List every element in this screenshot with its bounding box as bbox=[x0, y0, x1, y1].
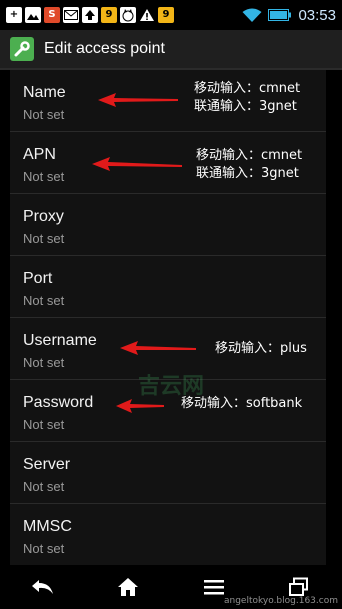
status-right: 03:53 bbox=[242, 7, 336, 24]
wrench-icon[interactable] bbox=[10, 37, 34, 61]
annotation-line: 联通输入：3gnet bbox=[194, 99, 297, 114]
app-icon: 9 bbox=[158, 7, 174, 23]
wifi-icon bbox=[242, 8, 262, 22]
annotation-line: 联通输入：3gnet bbox=[196, 166, 299, 181]
mail-icon bbox=[63, 7, 79, 23]
annotation-arrow-apn bbox=[92, 157, 182, 171]
s-app-icon: S bbox=[44, 7, 60, 23]
annotation-line: 移动输入：cmnet bbox=[194, 81, 301, 96]
setting-value: Not set bbox=[23, 541, 65, 556]
home-icon bbox=[118, 578, 139, 596]
setting-title: APN bbox=[23, 146, 56, 163]
annotation-line: 移动输入：softbank bbox=[181, 396, 303, 411]
annotation-arrow-username bbox=[120, 341, 196, 355]
annotation-line: 移动输入：cmnet bbox=[196, 148, 303, 163]
home-button[interactable] bbox=[108, 571, 148, 603]
back-icon bbox=[31, 580, 53, 594]
setting-port[interactable]: Port Not set bbox=[10, 256, 326, 318]
warning-icon bbox=[139, 7, 155, 23]
annotation-arrow-password bbox=[116, 399, 164, 413]
setting-title: MMSC bbox=[23, 518, 72, 535]
setting-mmsc[interactable]: MMSC Not set bbox=[10, 504, 326, 565]
annotation-line: 移动输入：plus bbox=[215, 341, 307, 356]
image-icon bbox=[25, 7, 41, 23]
annotation-apn: 移动输入：cmnet 联通输入：3gnet bbox=[196, 147, 302, 183]
action-bar: Edit access point bbox=[0, 30, 342, 70]
setting-title: Proxy bbox=[23, 208, 64, 225]
setting-value: Not set bbox=[23, 355, 65, 370]
setting-value: Not set bbox=[23, 231, 65, 246]
setting-value: Not set bbox=[23, 169, 65, 184]
settings-list: Name Not set APN Not set Proxy Not set P… bbox=[10, 70, 326, 565]
plus-icon: + bbox=[6, 7, 22, 23]
setting-title: Username bbox=[23, 332, 97, 349]
setting-value: Not set bbox=[23, 479, 65, 494]
annotation-arrow-name bbox=[98, 93, 178, 107]
annotation-name: 移动输入：cmnet 联通输入：3gnet bbox=[194, 80, 300, 116]
setting-value: Not set bbox=[23, 107, 65, 122]
setting-value: Not set bbox=[23, 417, 65, 432]
setting-server[interactable]: Server Not set bbox=[10, 442, 326, 504]
recent-apps-icon bbox=[289, 577, 309, 596]
clock: 03:53 bbox=[298, 6, 336, 24]
setting-title: Server bbox=[23, 456, 71, 473]
battery-icon bbox=[268, 9, 292, 21]
app-icon: 9 bbox=[101, 7, 117, 23]
back-button[interactable] bbox=[23, 571, 63, 603]
cat-icon bbox=[120, 7, 136, 23]
setting-title: Name bbox=[23, 84, 66, 101]
annotation-username: 移动输入：plus bbox=[215, 340, 307, 358]
notification-icons: + S 9 9 bbox=[6, 7, 174, 23]
setting-proxy[interactable]: Proxy Not set bbox=[10, 194, 326, 256]
page-title: Edit access point bbox=[44, 40, 165, 57]
setting-title: Port bbox=[23, 270, 53, 287]
menu-icon bbox=[203, 580, 224, 595]
setting-value: Not set bbox=[23, 293, 65, 308]
annotation-password: 移动输入：softbank bbox=[181, 395, 302, 413]
setting-title: Password bbox=[23, 394, 94, 411]
status-bar: + S 9 9 03:53 bbox=[0, 0, 342, 30]
upload-icon bbox=[82, 7, 98, 23]
watermark-bottom: angeltokyo.blog.163.com bbox=[224, 596, 338, 606]
